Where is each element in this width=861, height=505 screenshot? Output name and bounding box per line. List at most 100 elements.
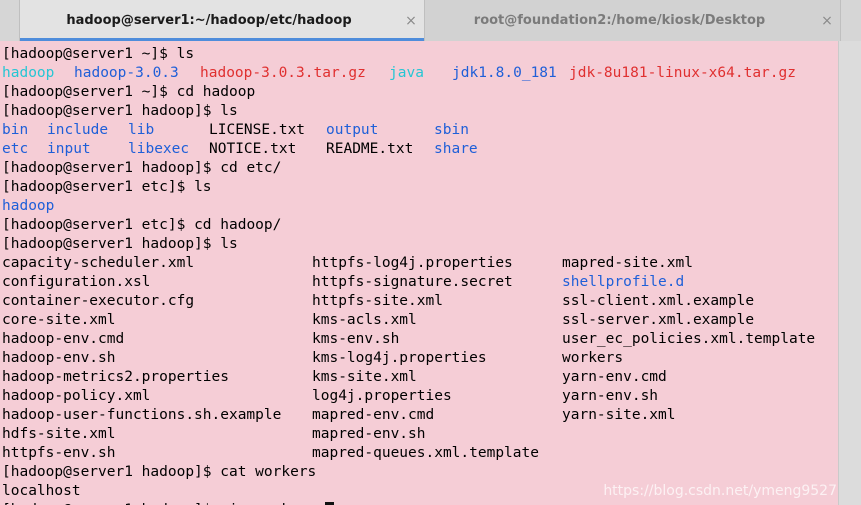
tab-hadoop-server1[interactable]: hadoop@server1:~/hadoop/etc/hadoop × bbox=[20, 0, 425, 41]
ls-entry: libexec bbox=[128, 141, 190, 157]
ls-entry: bin bbox=[2, 122, 29, 138]
prompt: [hadoop@server1 hadoop]$ bbox=[2, 160, 221, 176]
terminal-line-conf-row: hadoop-policy.xml log4j.properties yarn-… bbox=[2, 387, 838, 406]
prompt: [hadoop@server1 ~]$ bbox=[2, 84, 177, 100]
ls-entry: user_ec_policies.xml.template bbox=[562, 331, 816, 347]
close-icon[interactable]: × bbox=[398, 14, 424, 28]
terminal-line-conf-row: httpfs-env.sh mapred-queues.xml.template bbox=[2, 444, 838, 463]
terminal-line-conf-row: hadoop-env.cmd kms-env.sh user_ec_polici… bbox=[2, 330, 838, 349]
ls-entry: sbin bbox=[434, 122, 469, 138]
ls-entry: hadoop bbox=[2, 65, 55, 81]
terminal-line-conf-row: hadoop-metrics2.properties kms-site.xml … bbox=[2, 368, 838, 387]
terminal-line-conf-row: container-executor.cfg httpfs-site.xml s… bbox=[2, 292, 838, 311]
ls-entry: capacity-scheduler.xml bbox=[2, 255, 195, 271]
ls-entry: httpfs-log4j.properties bbox=[312, 255, 513, 271]
vertical-scrollbar[interactable] bbox=[838, 41, 861, 505]
ls-entry: ssl-server.xml.example bbox=[562, 312, 755, 328]
terminal-output-area[interactable]: [hadoop@server1 ~]$ ls hadoop hadoop-3.0… bbox=[0, 41, 838, 505]
prompt: [hadoop@server1 hadoop]$ bbox=[2, 236, 221, 252]
tab-title-inactive: root@foundation2:/home/kiosk/Desktop bbox=[473, 13, 766, 28]
ls-entry: output bbox=[326, 122, 379, 138]
ls-entry: etc bbox=[2, 141, 29, 157]
tab-root-foundation2[interactable]: root@foundation2:/home/kiosk/Desktop × bbox=[425, 0, 841, 41]
terminal-line-cat-output: localhost bbox=[2, 483, 81, 499]
tab-title-active: hadoop@server1:~/hadoop/etc/hadoop bbox=[66, 13, 352, 28]
prompt: [hadoop@server1 hadoop]$ bbox=[2, 464, 221, 480]
ls-entry: mapred-site.xml bbox=[562, 255, 693, 271]
terminal-line: [hadoop@server1 ~]$ ls bbox=[2, 45, 838, 64]
terminal-line-conf-row: capacity-scheduler.xml httpfs-log4j.prop… bbox=[2, 254, 838, 273]
ls-entry: container-executor.cfg bbox=[2, 293, 195, 309]
terminal-line: [hadoop@server1 etc]$ ls bbox=[2, 178, 838, 197]
terminal-line-conf-row: hadoop-user-functions.sh.example mapred-… bbox=[2, 406, 838, 425]
terminal-window: hadoop@server1:~/hadoop/etc/hadoop × roo… bbox=[0, 0, 861, 505]
ls-entry: jdk1.8.0_181 bbox=[452, 65, 557, 81]
ls-entry: hadoop-3.0.3.tar.gz bbox=[200, 65, 366, 81]
terminal-body-wrapper: [hadoop@server1 ~]$ ls hadoop hadoop-3.0… bbox=[0, 41, 861, 505]
terminal-line-conf-row: configuration.xsl httpfs-signature.secre… bbox=[2, 273, 838, 292]
command: cd hadoop/ bbox=[194, 217, 282, 233]
terminal-line: [hadoop@server1 hadoop]$ cd etc/ bbox=[2, 159, 838, 178]
terminal-line-conf-row: core-site.xml kms-acls.xml ssl-server.xm… bbox=[2, 311, 838, 330]
terminal-line: [hadoop@server1 hadoop]$ ls bbox=[2, 235, 838, 254]
prompt: [hadoop@server1 etc]$ bbox=[2, 179, 195, 195]
ls-entry: yarn-env.sh bbox=[562, 388, 659, 404]
ls-entry: hadoop-env.cmd bbox=[2, 331, 125, 347]
ls-entry: configuration.xsl bbox=[2, 274, 151, 290]
ls-entry: kms-log4j.properties bbox=[312, 350, 487, 366]
terminal-line-conf-row: hdfs-site.xml mapred-env.sh bbox=[2, 425, 838, 444]
ls-entry: hadoop-user-functions.sh.example bbox=[2, 407, 282, 423]
ls-entry: workers bbox=[562, 350, 624, 366]
command: ls bbox=[220, 236, 238, 252]
ls-entry: kms-site.xml bbox=[312, 369, 417, 385]
command: cat workers bbox=[220, 464, 317, 480]
prompt: [hadoop@server1 etc]$ bbox=[2, 217, 195, 233]
ls-entry: README.txt bbox=[326, 141, 414, 157]
ls-entry: lib bbox=[128, 122, 155, 138]
terminal-line-listing-etc: hadoop bbox=[2, 197, 838, 216]
command: ls bbox=[194, 179, 212, 195]
ls-entry: mapred-env.sh bbox=[312, 426, 426, 442]
tab-bar: hadoop@server1:~/hadoop/etc/hadoop × roo… bbox=[0, 0, 861, 41]
close-icon[interactable]: × bbox=[814, 14, 840, 28]
ls-entry: ssl-client.xml.example bbox=[562, 293, 755, 309]
ls-entry: include bbox=[47, 122, 109, 138]
terminal-line: [hadoop@server1 etc]$ cd hadoop/ bbox=[2, 216, 838, 235]
command: cd etc/ bbox=[220, 160, 282, 176]
ls-entry: mapred-queues.xml.template bbox=[312, 445, 539, 461]
prompt: [hadoop@server1 ~]$ bbox=[2, 46, 177, 62]
ls-entry: core-site.xml bbox=[2, 312, 116, 328]
terminal-line: [hadoop@server1 hadoop]$ cat workers bbox=[2, 463, 838, 482]
ls-entry: log4j.properties bbox=[312, 388, 452, 404]
terminal-line-listing-hadoop-row1: bin include lib LICENSE.txt output sbin bbox=[2, 121, 838, 140]
ls-entry: httpfs-signature.secret bbox=[312, 274, 513, 290]
ls-entry: hadoop-metrics2.properties bbox=[2, 369, 229, 385]
ls-entry: shellprofile.d bbox=[562, 274, 685, 290]
command: ls bbox=[176, 46, 195, 62]
ls-entry: kms-env.sh bbox=[312, 331, 400, 347]
tab-bar-filler bbox=[841, 0, 861, 41]
ls-entry: hadoop-env.sh bbox=[2, 350, 116, 366]
ls-entry: hdfs-site.xml bbox=[2, 426, 116, 442]
ls-entry: LICENSE.txt bbox=[209, 122, 306, 138]
ls-entry: httpfs-env.sh bbox=[2, 445, 116, 461]
ls-entry: jdk-8u181-linux-x64.tar.gz bbox=[569, 65, 796, 81]
ls-entry: mapred-env.cmd bbox=[312, 407, 435, 423]
ls-entry: input bbox=[47, 141, 91, 157]
ls-entry: httpfs-site.xml bbox=[312, 293, 443, 309]
terminal-line-listing-home: hadoop hadoop-3.0.3 hadoop-3.0.3.tar.gz … bbox=[2, 64, 838, 83]
ls-entry: hadoop-policy.xml bbox=[2, 388, 151, 404]
ls-entry: kms-acls.xml bbox=[312, 312, 417, 328]
terminal-line: [hadoop@server1 hadoop]$ ls bbox=[2, 102, 838, 121]
command: ls bbox=[220, 103, 238, 119]
prompt: [hadoop@server1 hadoop]$ bbox=[2, 103, 221, 119]
ls-entry: java bbox=[389, 65, 424, 81]
ls-entry: hadoop-3.0.3 bbox=[74, 65, 179, 81]
ls-entry: NOTICE.txt bbox=[209, 141, 297, 157]
command: cd hadoop bbox=[176, 84, 256, 100]
terminal-line-conf-row: hadoop-env.sh kms-log4j.properties worke… bbox=[2, 349, 838, 368]
ls-entry: yarn-env.cmd bbox=[562, 369, 667, 385]
terminal-line-listing-hadoop-row2: etc input libexec NOTICE.txt README.txt … bbox=[2, 140, 838, 159]
ls-entry: hadoop bbox=[2, 198, 55, 214]
tab-bar-left-edge bbox=[0, 0, 20, 41]
